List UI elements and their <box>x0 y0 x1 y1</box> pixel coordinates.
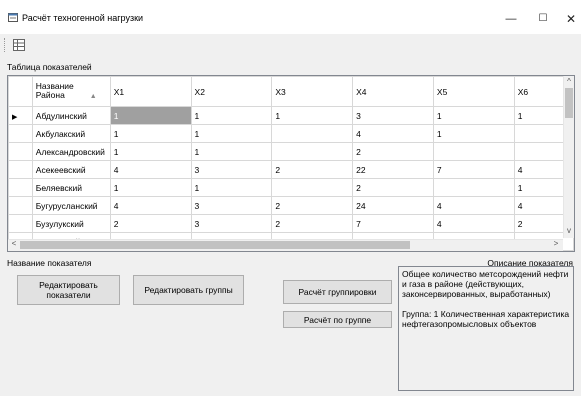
app-window-icon <box>8 13 18 22</box>
grid-cell[interactable]: 3 <box>190 196 273 215</box>
row-header[interactable] <box>8 160 33 179</box>
current-row-icon: ▶ <box>12 113 18 121</box>
row-header[interactable] <box>8 214 33 233</box>
grid-cell[interactable]: 3 <box>190 214 273 233</box>
grid-cell[interactable]: 4 <box>109 196 192 215</box>
grid-cell[interactable]: Бугурусланский <box>31 196 111 215</box>
grid-cell[interactable]: 2 <box>271 196 354 215</box>
grid-cell[interactable]: 1 <box>432 106 515 125</box>
grid-cell[interactable]: 1 <box>109 142 192 161</box>
grid-cell[interactable]: Бузулукский <box>31 214 111 233</box>
grid-cell[interactable]: 1 <box>432 124 515 143</box>
grid-cell[interactable]: 22 <box>352 160 434 179</box>
grid-cell[interactable]: 7 <box>432 160 515 179</box>
grid-cell[interactable]: 2 <box>352 142 434 161</box>
column-header-label: Название Района <box>35 81 74 100</box>
grid-table: Название Района ▲ X1 X2 X3 X4 X5 X6 ▶ Абдулински… <box>8 76 574 251</box>
toolbar-grip[interactable] <box>4 38 7 52</box>
scroll-up-arrow[interactable]: ^ <box>564 77 574 86</box>
calc-by-group-button[interactable]: Расчёт по группе <box>283 311 392 328</box>
table-row[interactable]: Бузулукский 2 3 2 7 4 2 <box>8 214 574 233</box>
scroll-left-arrow[interactable]: < <box>9 239 19 248</box>
column-header-label: X6 <box>517 86 529 97</box>
grid-cell[interactable]: 2 <box>109 214 192 233</box>
scroll-down-arrow[interactable]: v <box>564 226 574 235</box>
grid-cell[interactable] <box>432 178 515 197</box>
grid-cell[interactable]: 4 <box>432 214 515 233</box>
column-header-label: X4 <box>356 86 367 97</box>
grid-cell[interactable]: 1 <box>109 124 192 143</box>
column-header-5[interactable]: X5 <box>432 76 515 107</box>
grid-cell[interactable] <box>432 142 515 161</box>
grid-cell[interactable]: 1 <box>190 178 273 197</box>
grid-cell[interactable]: 3 <box>352 106 434 125</box>
grid-header-row: Название Района ▲ X1 X2 X3 X4 X5 X6 <box>8 76 574 107</box>
column-header-label: X5 <box>436 86 448 97</box>
calc-grouping-button[interactable]: Расчёт группировки <box>283 280 392 304</box>
grid-cell[interactable]: 1 <box>190 106 273 125</box>
grid-cell[interactable]: Беляевский <box>31 178 111 197</box>
indicator-name-label: Название показателя <box>7 258 92 268</box>
row-header[interactable] <box>8 124 33 143</box>
toolbar <box>0 34 581 56</box>
horizontal-scroll-thumb[interactable] <box>20 241 410 249</box>
grid-cell[interactable]: Александровский <box>31 142 111 161</box>
row-header-corner <box>8 76 33 107</box>
table-caption: Таблица показателей <box>7 62 92 72</box>
edit-indicators-button[interactable]: Редактировать показатели <box>17 275 120 305</box>
scroll-right-arrow[interactable]: > <box>551 239 561 248</box>
grid-cell[interactable]: 2 <box>271 214 354 233</box>
grid-cell[interactable]: 1 <box>190 142 273 161</box>
description-text: Общее количество метсорождений нефти и г… <box>402 269 569 299</box>
grid-cell[interactable]: 2 <box>271 160 354 179</box>
row-header[interactable]: ▶ <box>8 106 33 125</box>
column-header-label: X2 <box>194 86 205 97</box>
grid-cell[interactable]: 1 <box>109 106 192 125</box>
grid-cell[interactable] <box>271 124 354 143</box>
table-row[interactable]: Асекеевский 4 3 2 22 7 4 <box>8 160 574 179</box>
grid-cell[interactable]: 3 <box>190 160 273 179</box>
description-group: Группа: 1 Количественная характеристика … <box>402 309 570 329</box>
grid-cell[interactable]: Абдулинский <box>31 106 111 125</box>
table-row[interactable]: Акбулакский 1 1 4 1 <box>8 124 574 143</box>
row-header[interactable] <box>8 142 33 161</box>
description-textbox[interactable]: Общее количество метсорождений нефти и г… <box>398 266 574 391</box>
column-header-0[interactable]: Название Района ▲ <box>31 76 111 107</box>
column-header-3[interactable]: X3 <box>271 76 354 107</box>
column-header-2[interactable]: X2 <box>190 76 273 107</box>
table-row[interactable]: Бугурусланский 4 3 2 24 4 4 <box>8 196 574 215</box>
grid-cell[interactable]: 4 <box>109 160 192 179</box>
grid-cell[interactable]: Асекеевский <box>31 160 111 179</box>
column-header-1[interactable]: X1 <box>109 76 192 107</box>
column-header-4[interactable]: X4 <box>352 76 434 107</box>
grid-cell[interactable]: 7 <box>352 214 434 233</box>
grid-cell[interactable] <box>271 178 354 197</box>
minimize-button[interactable]: — <box>496 8 526 30</box>
column-header-label: X3 <box>275 86 286 97</box>
row-header[interactable] <box>8 196 33 215</box>
close-button[interactable]: ✕ <box>556 8 581 30</box>
window-title: Расчёт техногенной нагрузки <box>22 13 144 23</box>
sort-ascending-icon: ▲ <box>89 93 97 100</box>
table-icon[interactable] <box>12 38 26 52</box>
column-header-label: X1 <box>113 86 125 97</box>
table-row[interactable]: ▶ Абдулинский 1 1 1 3 1 1 <box>8 106 574 125</box>
maximize-button[interactable]: ☐ <box>528 8 558 30</box>
grid-cell[interactable]: Акбулакский <box>31 124 111 143</box>
indicators-grid[interactable]: Название Района ▲ X1 X2 X3 X4 X5 X6 ▶ Абдулински… <box>7 75 575 252</box>
table-row[interactable]: Беляевский 1 1 2 1 <box>8 178 574 197</box>
grid-cell[interactable]: 1 <box>271 106 354 125</box>
grid-cell[interactable]: 4 <box>352 124 434 143</box>
grid-cell[interactable]: 1 <box>190 124 273 143</box>
row-header[interactable] <box>8 178 33 197</box>
grid-cell[interactable]: 1 <box>109 178 192 197</box>
grid-cell[interactable]: 24 <box>352 196 434 215</box>
vertical-scroll-thumb[interactable] <box>565 88 573 118</box>
grid-cell[interactable] <box>271 142 354 161</box>
grid-cell[interactable]: 4 <box>432 196 515 215</box>
edit-groups-button[interactable]: Редактировать группы <box>133 275 244 305</box>
grid-cell[interactable]: 2 <box>352 178 434 197</box>
table-row[interactable]: Александровский 1 1 2 <box>8 142 574 161</box>
